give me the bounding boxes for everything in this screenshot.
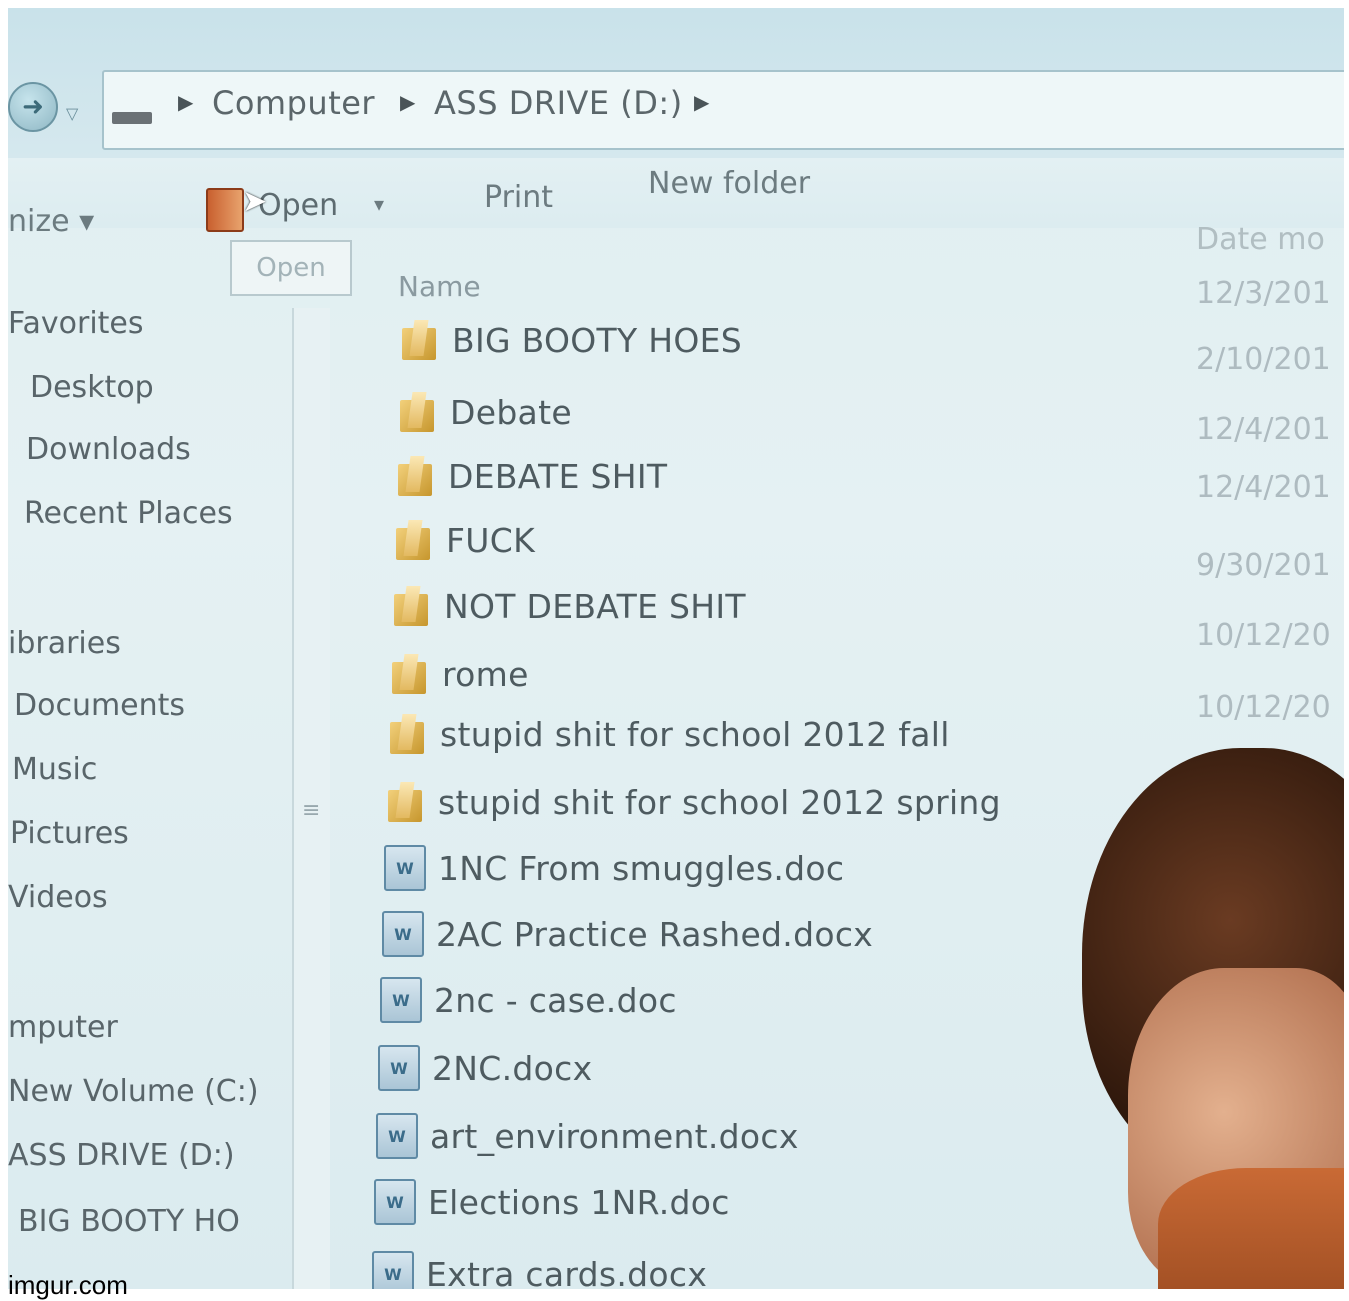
address-bar[interactable]: ▶ Computer ▶ ASS DRIVE (D:) ▶	[102, 70, 1344, 150]
nav-new-volume-c[interactable]: New Volume (C:)	[8, 1074, 259, 1109]
file-date: 10/12/20	[1196, 618, 1331, 653]
address-area: ➜ ▽ ▶ Computer ▶ ASS DRIVE (D:) ▶	[8, 8, 1344, 158]
folder-icon	[400, 392, 434, 432]
nav-computer[interactable]: mputer	[8, 1010, 118, 1045]
file-row[interactable]: BIG BOOTY HOES	[402, 312, 742, 368]
print-button[interactable]: Print	[484, 180, 553, 215]
file-row[interactable]: W 2nc - case.doc	[380, 972, 677, 1028]
open-button[interactable]: Open	[258, 188, 338, 223]
folder-icon	[394, 586, 428, 626]
open-with-icon[interactable]	[206, 188, 244, 232]
nav-big-booty-folder[interactable]: BIG BOOTY HO	[18, 1204, 258, 1239]
file-row[interactable]: stupid shit for school 2012 fall	[390, 706, 950, 762]
file-row[interactable]: W 2AC Practice Rashed.docx	[382, 906, 873, 962]
splitter-grip-icon[interactable]: ≡	[302, 798, 320, 823]
chevron-right-icon[interactable]: ▶	[694, 90, 709, 114]
file-date: 12/4/201	[1196, 412, 1331, 447]
file-row[interactable]: NOT DEBATE SHIT	[394, 578, 746, 634]
file-date: 2/10/201	[1196, 342, 1331, 377]
mouse-cursor-icon: ➤	[242, 184, 268, 219]
nav-downloads[interactable]: Downloads	[26, 432, 191, 467]
word-document-icon: W	[372, 1251, 414, 1289]
column-header-name[interactable]: Name	[398, 270, 481, 303]
nav-favorites[interactable]: Favorites	[8, 306, 144, 341]
file-date: 10/12/20	[1196, 690, 1331, 725]
file-name: 2nc - case.doc	[434, 980, 677, 1020]
file-name: stupid shit for school 2012 spring	[438, 782, 1001, 822]
nav-desktop[interactable]: Desktop	[30, 370, 154, 405]
file-date: 12/3/201	[1196, 276, 1331, 311]
chevron-right-icon[interactable]: ▶	[178, 90, 193, 114]
drive-icon	[112, 112, 152, 124]
file-name: 2NC.docx	[432, 1048, 593, 1088]
file-row[interactable]: Wart_environment.docx	[376, 1108, 799, 1164]
file-row[interactable]: W 2NC.docx	[378, 1040, 592, 1096]
person-shirt	[1158, 1168, 1344, 1289]
file-row[interactable]: rome	[392, 646, 529, 702]
watermark: imgur.com	[8, 1270, 128, 1300]
file-row[interactable]: DEBATE SHIT	[398, 448, 667, 504]
nav-libraries[interactable]: ibraries	[8, 626, 121, 661]
file-name: rome	[442, 654, 529, 694]
file-row[interactable]: W 1NC From smuggles.doc	[384, 840, 844, 896]
folder-icon	[396, 520, 430, 560]
folder-icon	[390, 714, 424, 754]
chevron-right-icon[interactable]: ▶	[400, 90, 415, 114]
word-document-icon: W	[374, 1179, 416, 1225]
file-row[interactable]: FUCK	[396, 512, 535, 568]
word-document-icon: W	[376, 1113, 418, 1159]
nav-music[interactable]: Music	[12, 752, 97, 787]
file-name: 2AC Practice Rashed.docx	[436, 914, 874, 954]
file-name: art_environment.docx	[430, 1116, 799, 1156]
file-row[interactable]: W Extra cards.docx	[372, 1246, 707, 1289]
file-name: Extra cards.docx	[426, 1254, 708, 1290]
nav-pictures[interactable]: Pictures	[10, 816, 129, 851]
file-row[interactable]: stupid shit for school 2012 spring	[388, 774, 1001, 830]
breadcrumb-drive[interactable]: ASS DRIVE (D:)	[434, 84, 683, 122]
word-document-icon: W	[384, 845, 426, 891]
file-name: NOT DEBATE SHIT	[444, 586, 746, 626]
folder-icon	[402, 320, 436, 360]
file-name: Debate	[450, 392, 572, 432]
folder-icon	[392, 654, 426, 694]
file-name: FUCK	[446, 520, 536, 560]
nav-recent-places[interactable]: Recent Places	[24, 496, 233, 531]
file-date: 12/4/201	[1196, 470, 1331, 505]
file-name: BIG BOOTY HOES	[452, 320, 743, 360]
new-folder-button[interactable]: New folder	[648, 166, 810, 201]
nav-pane-scrollbar[interactable]: ≡	[292, 308, 330, 1289]
file-name: DEBATE SHIT	[448, 456, 668, 496]
file-name: 1NC From smuggles.doc	[438, 848, 845, 888]
column-header-date[interactable]: Date mo	[1196, 222, 1325, 257]
open-dropdown-icon[interactable]: ▾	[374, 192, 384, 216]
breadcrumb-computer[interactable]: Computer	[212, 84, 375, 122]
file-row[interactable]: W Elections 1NR.doc	[374, 1174, 730, 1230]
file-name: Elections 1NR.doc	[428, 1182, 730, 1222]
file-name: stupid shit for school 2012 fall	[440, 714, 950, 754]
nav-videos[interactable]: Videos	[8, 880, 108, 915]
folder-icon	[398, 456, 432, 496]
dropdown-icon[interactable]: ▽	[66, 104, 78, 123]
explorer-window: ➜ ▽ ▶ Computer ▶ ASS DRIVE (D:) ▶ nize ▾…	[8, 8, 1344, 1289]
word-document-icon: W	[382, 911, 424, 957]
file-date: 9/30/201	[1196, 548, 1331, 583]
file-row[interactable]: Debate	[400, 384, 572, 440]
nav-ass-drive-d[interactable]: ASS DRIVE (D:)	[8, 1138, 235, 1173]
back-arrow-icon[interactable]: ➜	[8, 82, 58, 132]
nav-documents[interactable]: Documents	[14, 688, 185, 723]
word-document-icon: W	[378, 1045, 420, 1091]
folder-icon	[388, 782, 422, 822]
word-document-icon: W	[380, 977, 422, 1023]
